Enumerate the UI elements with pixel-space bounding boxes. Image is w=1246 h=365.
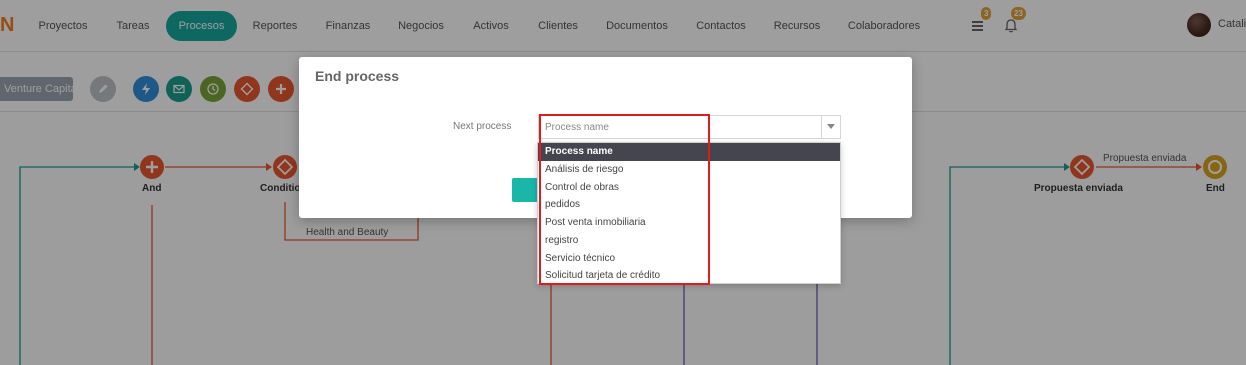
highlight-box (539, 114, 710, 285)
next-process-label: Next process (453, 121, 512, 132)
modal-title: End process (315, 68, 400, 84)
select-arrow[interactable] (821, 116, 840, 138)
chevron-down-icon (827, 124, 835, 129)
confirm-button[interactable] (512, 178, 538, 202)
